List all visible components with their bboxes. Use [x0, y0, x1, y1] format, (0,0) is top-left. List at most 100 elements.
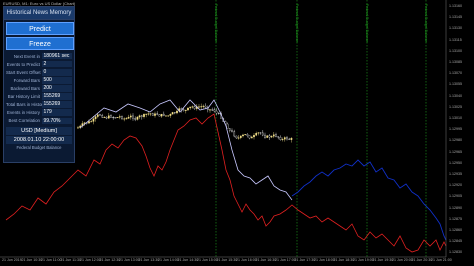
candle-body — [209, 109, 211, 111]
y-tick-label: 1.13160 — [449, 4, 462, 8]
candle-body — [125, 118, 128, 120]
candle-body — [103, 117, 106, 118]
y-tick-label: 1.12920 — [449, 183, 462, 188]
panel-row: Start Event Offset 0 — [6, 68, 72, 76]
candle-body — [140, 115, 143, 117]
y-tick-label: 1.12905 — [449, 194, 462, 199]
candle-body — [213, 109, 216, 112]
event-currency: USD [Medium] — [6, 126, 72, 135]
candle-body — [94, 116, 97, 119]
candle-body — [204, 105, 207, 108]
candle-body — [198, 106, 200, 108]
x-tick-label: 21 Jun 19:30 — [372, 258, 394, 262]
candle-body — [237, 137, 240, 139]
candle-body — [123, 118, 126, 120]
panel-row: Events to Predict 2 — [6, 60, 72, 68]
candle-body — [283, 137, 286, 140]
candle-body — [231, 130, 233, 132]
y-tick-label: 1.12890 — [449, 205, 462, 210]
row-label: Events to Predict — [6, 61, 40, 67]
y-tick-label: 1.12965 — [449, 149, 462, 154]
x-tick-label: 21 Jun 12:00 — [80, 258, 101, 262]
y-tick-label: 1.13010 — [449, 116, 462, 120]
candle-body — [176, 110, 178, 114]
candle-body — [242, 134, 244, 137]
candle-body — [154, 113, 156, 116]
freeze-button[interactable]: Freeze — [6, 37, 74, 50]
candle-body — [160, 113, 163, 117]
y-tick-label: 1.13145 — [449, 15, 462, 20]
row-label: Next Event in — [13, 53, 40, 59]
y-tick-label: 1.13100 — [449, 48, 462, 53]
event-name: Federal Budget Balance — [16, 144, 62, 150]
candle-body — [145, 113, 148, 115]
candle-body — [101, 115, 104, 118]
candle-body — [233, 131, 236, 137]
candle-body — [270, 136, 273, 138]
x-tick-label: 21 Jun 13:00 — [119, 258, 140, 262]
candle-body — [217, 113, 220, 114]
candle-body — [151, 113, 154, 116]
predict-button[interactable]: Predict — [6, 22, 74, 35]
row-value-field[interactable]: 2 — [42, 60, 72, 68]
y-tick-label: 1.12830 — [449, 250, 462, 255]
x-tick-label: 21 Jun 18:30 — [333, 258, 355, 262]
row-value-field[interactable]: 179 — [42, 109, 72, 116]
candle-body — [116, 117, 119, 119]
panel-row: Backward Bars 200 — [6, 84, 72, 92]
candle-body — [121, 116, 123, 119]
candle-body — [136, 116, 139, 120]
row-value-field[interactable]: 0 — [42, 68, 72, 76]
panel-row: Next Event in 180961 sec — [6, 52, 72, 60]
event-marker-label: Federal Budget Balance — [295, 4, 299, 43]
candle-body — [132, 115, 134, 119]
row-value-field[interactable]: 99.70% — [42, 117, 72, 125]
candle-body — [257, 132, 260, 134]
y-tick-label: 1.12875 — [449, 216, 462, 221]
candle-body — [248, 135, 251, 139]
panel-row: Best Correlation 99.70% — [6, 117, 72, 125]
candle-body — [268, 135, 271, 138]
candle-body — [149, 113, 152, 115]
candle-body — [114, 117, 117, 119]
candle-body — [187, 107, 189, 111]
candle-body — [156, 113, 159, 115]
x-tick-label: 21 Jun 20:00 — [392, 258, 413, 262]
row-value-field[interactable]: 180961 sec — [42, 52, 72, 60]
candle-body — [184, 109, 187, 111]
x-tick-label: 21 Jun 11:00 — [41, 258, 62, 262]
x-tick-label: 21 Jun 11:30 — [60, 258, 82, 262]
y-axis-labels: 1.13160 1.13145 1.13130 1.13115 1.13100 1.130… — [446, 0, 474, 257]
row-value-field[interactable]: 200 — [42, 85, 72, 92]
candle-body — [105, 117, 108, 119]
news-memory-panel: Historical News Memory Predict Freeze Ne… — [3, 6, 75, 163]
candle-body — [244, 134, 247, 136]
candle-body — [288, 138, 291, 140]
candle-body — [255, 133, 258, 136]
row-value-field[interactable]: 500 — [42, 77, 72, 84]
candle-body — [90, 121, 93, 123]
candle-body — [173, 112, 176, 114]
candle-body — [171, 112, 174, 115]
candle-body — [215, 110, 218, 114]
row-value-field[interactable]: 155269 — [42, 93, 72, 100]
candle-body — [275, 134, 277, 137]
candle-body — [226, 123, 229, 129]
row-label: Best Correlation — [8, 118, 40, 124]
candle-body — [253, 135, 255, 138]
candle-body — [138, 115, 141, 118]
y-tick-label: 1.13025 — [449, 104, 462, 109]
x-tick-label: 21 Jun 15:30 — [216, 258, 238, 262]
x-tick-label: 21 Jun 13:30 — [138, 258, 160, 262]
event-marker-label: Federal Budget Balance — [424, 4, 428, 43]
x-axis-labels: 21 Jun 2019 21 Jun 10:30 21 Jun 11:00 21 Ju… — [0, 257, 474, 266]
candle-body — [272, 134, 275, 137]
candle-body — [246, 134, 249, 136]
candle-body — [77, 127, 79, 129]
y-tick-label: 1.12845 — [449, 239, 462, 244]
candle-body — [112, 117, 115, 119]
row-value-field[interactable]: 155269 — [42, 101, 72, 108]
x-tick-label: 21 Jun 12:30 — [99, 258, 121, 262]
row-label: Events in History — [7, 110, 40, 116]
x-tick-label: 21 Jun 14:00 — [158, 258, 179, 262]
